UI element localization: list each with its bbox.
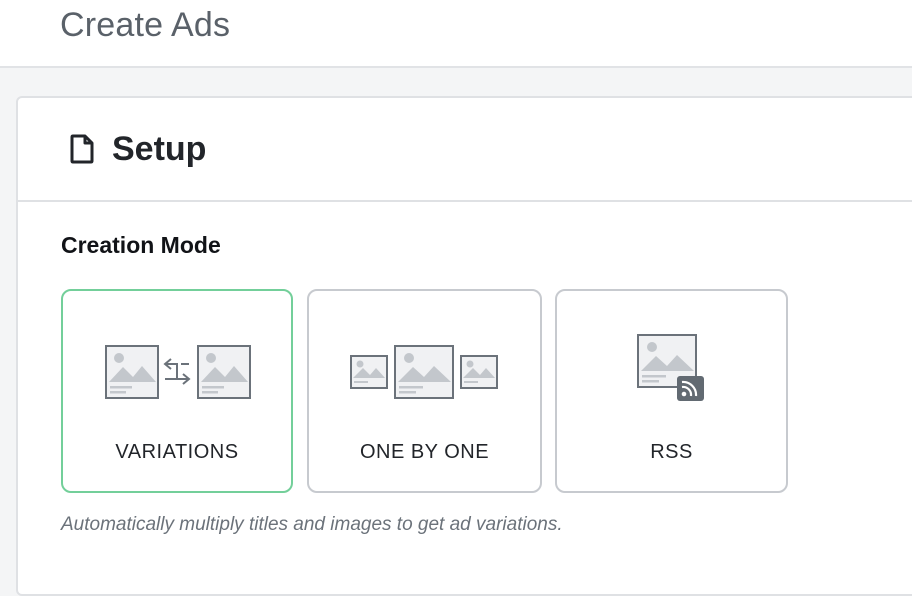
mode-label-variations: VARIATIONS [115,441,239,463]
setup-card: Setup Creation Mode VARIATIONS ONE BY ON… [16,96,912,596]
rss-illustration [637,334,704,401]
one-by-one-illustration [350,345,498,399]
page-title: Create Ads [60,6,231,44]
top-bar: Create Ads [0,0,912,68]
mode-option-rss[interactable]: RSS [555,289,788,493]
card-header: Setup [18,98,912,202]
mode-option-variations[interactable]: VARIATIONS [61,289,293,493]
document-icon [70,134,94,164]
creation-mode-label: Creation Mode [61,232,221,258]
mode-label-rss: RSS [650,441,693,463]
creation-mode-hint: Automatically multiply titles and images… [61,514,563,535]
variations-illustration [105,345,251,399]
mode-option-one-by-one[interactable]: ONE BY ONE [307,289,542,493]
rss-icon [677,376,704,401]
card-title: Setup [112,130,207,168]
mode-label-one-by-one: ONE BY ONE [359,441,490,463]
